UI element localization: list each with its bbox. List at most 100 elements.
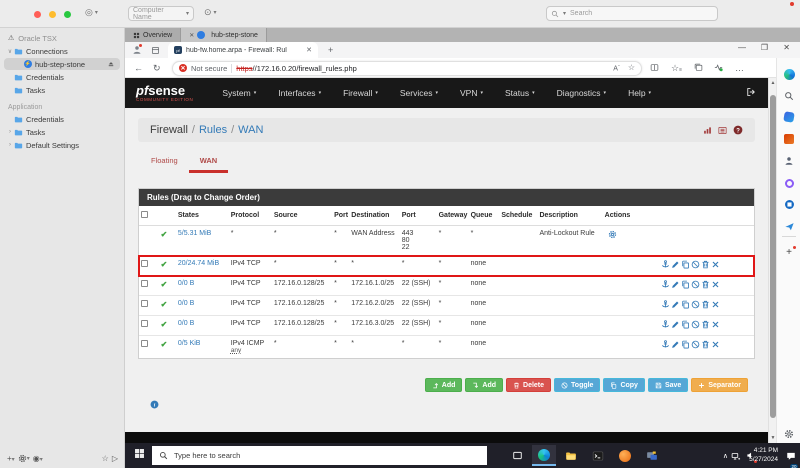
mac-minimize-button[interactable] bbox=[49, 11, 56, 18]
browser-essentials-icon[interactable] bbox=[714, 63, 723, 74]
edit-pencil-icon[interactable] bbox=[671, 280, 680, 289]
mac-close-button[interactable] bbox=[34, 11, 41, 18]
edit-pencil-icon[interactable] bbox=[671, 300, 680, 309]
edit-pencil-icon[interactable] bbox=[671, 320, 680, 329]
connection-status-menu[interactable]: ◎▾ bbox=[85, 7, 98, 18]
mac-zoom-button[interactable] bbox=[64, 11, 71, 18]
logout-icon[interactable] bbox=[746, 87, 756, 100]
rule-enabled-check-icon[interactable]: ✔ bbox=[161, 300, 168, 309]
computer-name-dropdown[interactable]: Computer Name ▾ bbox=[128, 6, 194, 21]
delete-rule-x-icon[interactable] bbox=[711, 280, 720, 289]
back-icon[interactable]: ← bbox=[134, 63, 143, 73]
sidebar-item-credentials[interactable]: Credentials bbox=[4, 113, 120, 125]
address-bar[interactable]: ✕ Not secure https//172.16.0.20/firewall… bbox=[172, 61, 642, 76]
rule-row-4[interactable]: ✔0/0 BIPv4 TCP172.16.0.128/25*172.16.2.0… bbox=[139, 296, 754, 316]
save-save-button[interactable]: Save bbox=[648, 378, 688, 392]
toggle-ban-button[interactable]: Toggle bbox=[554, 378, 600, 392]
rule-checkbox[interactable] bbox=[141, 260, 148, 267]
remote-desktop-taskbar-icon[interactable] bbox=[640, 445, 664, 466]
chevron-expanded-icon[interactable]: ∨ bbox=[6, 48, 14, 55]
file-explorer-taskbar-icon[interactable] bbox=[559, 445, 583, 466]
settings-gear-menu[interactable]: ▾ bbox=[18, 454, 30, 463]
move-anchor-icon[interactable] bbox=[661, 320, 670, 329]
breadcrumb-rules[interactable]: Rules bbox=[199, 124, 227, 136]
separator-plus-button[interactable]: Separator bbox=[691, 378, 748, 392]
delete-rule-trash-icon[interactable] bbox=[701, 340, 710, 349]
menu-interfaces[interactable]: Interfaces▾ bbox=[267, 88, 332, 98]
new-tab-button[interactable]: + bbox=[328, 45, 333, 55]
terminal-taskbar-icon[interactable] bbox=[586, 445, 610, 466]
sidebar-item-tasks[interactable]: Tasks bbox=[4, 84, 120, 96]
delete-rule-trash-icon[interactable] bbox=[701, 320, 710, 329]
disable-rule-ban-icon[interactable] bbox=[691, 260, 700, 269]
rule-row-2[interactable]: ✔20/24.74 MiBIPv4 TCP*****none bbox=[139, 256, 754, 276]
disable-rule-ban-icon[interactable] bbox=[691, 320, 700, 329]
delete-rule-x-icon[interactable] bbox=[711, 300, 720, 309]
search-icon[interactable] bbox=[783, 90, 795, 102]
tab-close-icon[interactable]: ✕ bbox=[189, 32, 194, 39]
remote-tab-hub-step-stone[interactable]: ✕hub-step-stone bbox=[181, 28, 267, 42]
move-anchor-icon[interactable] bbox=[661, 340, 670, 349]
menu-firewall[interactable]: Firewall▾ bbox=[332, 88, 389, 98]
favorites-bar-icon[interactable]: ☆≡ bbox=[671, 63, 682, 74]
states-link[interactable]: 0/0 B bbox=[178, 300, 194, 307]
favorites-filter-button[interactable]: ☆ bbox=[102, 454, 109, 463]
edge-taskbar-icon[interactable] bbox=[532, 445, 556, 466]
sidebar-root-item[interactable]: ⚠Oracle TSX bbox=[4, 32, 120, 44]
designer-icon[interactable] bbox=[783, 111, 795, 123]
rule-row-5[interactable]: ✔0/0 BIPv4 TCP172.16.0.128/25*172.16.3.0… bbox=[139, 316, 754, 336]
states-link[interactable]: 0/0 B bbox=[178, 320, 194, 327]
sidebar-folder-connections[interactable]: ∨Connections bbox=[4, 45, 120, 57]
window-close-button[interactable]: ✕ bbox=[783, 43, 790, 52]
sidebar-item-hub-step-stone[interactable]: ⚡hub-step-stone bbox=[4, 58, 120, 70]
start-button[interactable] bbox=[134, 448, 145, 462]
remote-tab-overview[interactable]: Overview bbox=[125, 28, 181, 42]
rule-row-1[interactable]: ✔5/5.31 MiB***WAN Address4438022**Anti-L… bbox=[139, 226, 754, 256]
select-all-checkbox[interactable] bbox=[141, 211, 148, 218]
menu-vpn[interactable]: VPN▾ bbox=[449, 88, 494, 98]
refresh-icon[interactable]: ↻ bbox=[153, 63, 161, 74]
add-level-down-button[interactable]: Add bbox=[465, 378, 503, 392]
sidebar-item-credentials[interactable]: Credentials bbox=[4, 71, 120, 83]
network-menu[interactable]: ◉▾ bbox=[33, 454, 43, 463]
move-anchor-icon[interactable] bbox=[661, 300, 670, 309]
split-screen-icon[interactable] bbox=[650, 63, 659, 74]
favorite-star-icon[interactable]: ☆ bbox=[628, 63, 635, 72]
pfsense-logo[interactable]: pfsense COMMUNITY EDITION bbox=[136, 84, 193, 103]
delete-rule-x-icon[interactable] bbox=[711, 340, 720, 349]
copy-rule-icon[interactable] bbox=[681, 340, 690, 349]
drop-icon[interactable] bbox=[783, 220, 795, 232]
help-icon[interactable]: ? bbox=[733, 125, 743, 135]
rule-enabled-check-icon[interactable]: ✔ bbox=[161, 280, 168, 289]
disable-rule-ban-icon[interactable] bbox=[691, 300, 700, 309]
copilot-icon[interactable] bbox=[783, 68, 795, 80]
collections-icon[interactable] bbox=[694, 63, 703, 74]
clock[interactable]: 4:21 PM 5/27/2024 bbox=[749, 443, 778, 468]
rule-row-6[interactable]: ✔0/5 KiBIPv4 ICMPany*****none bbox=[139, 336, 754, 359]
workspaces-button[interactable] bbox=[151, 46, 160, 57]
tab-wan[interactable]: WAN bbox=[189, 152, 229, 173]
taskbar-search[interactable]: Type here to search bbox=[152, 446, 487, 465]
microsoft-365-icon[interactable] bbox=[783, 133, 795, 145]
sidebar-item-default-settings[interactable]: ›Default Settings bbox=[4, 139, 120, 151]
more-menu-icon[interactable]: … bbox=[735, 63, 744, 73]
tab-close-icon[interactable]: ✕ bbox=[306, 46, 312, 54]
menu-services[interactable]: Services▾ bbox=[389, 88, 449, 98]
browser-profile-button[interactable] bbox=[132, 45, 142, 58]
app-search-field[interactable]: ▾ Search bbox=[546, 6, 718, 21]
edit-pencil-icon[interactable] bbox=[671, 340, 680, 349]
breadcrumb-wan[interactable]: WAN bbox=[238, 124, 263, 136]
delete-rule-trash-icon[interactable] bbox=[701, 260, 710, 269]
new-item-icon[interactable]: + bbox=[783, 246, 795, 258]
chevron-collapsed-icon[interactable]: › bbox=[6, 129, 14, 135]
read-aloud-icon[interactable]: Aᵕ bbox=[613, 63, 620, 72]
delete-rule-x-icon[interactable] bbox=[711, 320, 720, 329]
delete-rule-trash-icon[interactable] bbox=[701, 300, 710, 309]
eject-icon[interactable] bbox=[107, 60, 115, 68]
edit-pencil-icon[interactable] bbox=[671, 260, 680, 269]
page-scrollbar[interactable]: ▲ ▼ bbox=[768, 78, 776, 443]
protocol-subtype[interactable]: any bbox=[231, 347, 270, 354]
menu-help[interactable]: Help▾ bbox=[617, 88, 662, 98]
info-icon[interactable]: i bbox=[150, 400, 159, 411]
delete-rule-x-icon[interactable] bbox=[711, 260, 720, 269]
